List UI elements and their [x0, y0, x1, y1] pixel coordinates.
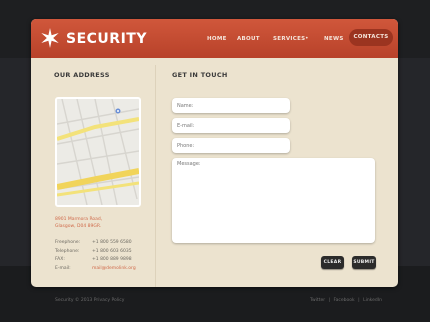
- nav-about[interactable]: ABOUT: [237, 32, 260, 46]
- main-nav: HOME ABOUT SERVICES • NEWS: [31, 32, 398, 46]
- nav-home[interactable]: HOME: [207, 32, 227, 46]
- footer-separator: |: [328, 298, 331, 303]
- contact-label: Freephone:: [55, 240, 81, 245]
- nav-contacts-active[interactable]: CONTACTS: [349, 29, 393, 46]
- contact-value: +1 800 889 9898: [92, 257, 132, 262]
- name-field[interactable]: [172, 98, 290, 113]
- footer-copyright: Security © 2013 Privacy Policy: [55, 298, 125, 303]
- address-line: 8901 Marmora Road,: [55, 217, 103, 222]
- contact-row: Telephone: +1 800 603 6035: [55, 249, 150, 258]
- contact-value: +1 800 603 6035: [92, 248, 132, 254]
- linkedin-link[interactable]: LinkedIn: [363, 298, 382, 303]
- postal-address: 8901 Marmora Road, Glasgow, D04 89GR.: [55, 216, 102, 230]
- footer-social-links: Twitter | Facebook | LinkedIn: [310, 298, 384, 303]
- contact-row: FAX: +1 800 889 9898: [55, 257, 150, 266]
- clear-button[interactable]: CLEAR: [321, 256, 344, 269]
- contact-details: Freephone: +1 800 559 6580 Telephone: +1…: [55, 240, 150, 274]
- contact-label: FAX:: [55, 257, 65, 262]
- map-graphic: [57, 99, 139, 205]
- twitter-link[interactable]: Twitter: [310, 298, 325, 303]
- nav-services[interactable]: SERVICES: [273, 32, 305, 46]
- get-in-touch-heading: GET IN TOUCH: [172, 71, 228, 79]
- address-line: Glasgow, D04 89GR.: [55, 224, 102, 229]
- contact-row: Freephone: +1 800 559 6580: [55, 240, 150, 249]
- content-card: SECURITY HOME ABOUT SERVICES • NEWS CONT…: [31, 19, 398, 287]
- submit-button[interactable]: SUBMIT: [352, 256, 376, 269]
- facebook-link[interactable]: Facebook: [334, 298, 355, 303]
- nav-contacts[interactable]: CONTACTS: [349, 29, 393, 46]
- location-map[interactable]: [55, 97, 141, 207]
- column-divider: [155, 65, 156, 287]
- email-link[interactable]: mail@demolink.org: [92, 266, 136, 271]
- message-field[interactable]: [172, 158, 375, 243]
- contact-row: E-mail: mail@demolink.org: [55, 266, 150, 275]
- contact-value: +1 800 559 6580: [92, 240, 132, 245]
- contact-label: E-mail:: [55, 265, 71, 271]
- dropdown-dot-icon: •: [305, 35, 309, 42]
- nav-news[interactable]: NEWS: [324, 32, 344, 46]
- email-field[interactable]: [172, 118, 290, 133]
- footer-separator: |: [358, 298, 360, 303]
- phone-field[interactable]: [172, 138, 290, 153]
- site-header: SECURITY HOME ABOUT SERVICES • NEWS CONT…: [31, 19, 398, 58]
- our-address-heading: OUR ADDRESS: [54, 71, 110, 79]
- contact-label: Telephone:: [55, 248, 80, 254]
